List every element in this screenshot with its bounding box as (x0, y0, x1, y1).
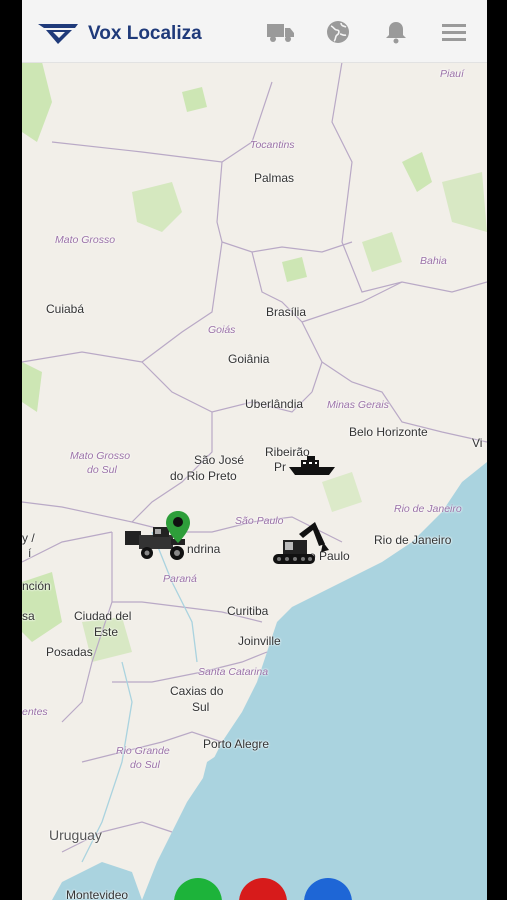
state-label-santa-catarina: Santa Catarina (198, 666, 269, 678)
city-label-porto-alegre: Porto Alegre (203, 737, 270, 751)
state-label-bahia: Bahia (420, 255, 447, 267)
city-label-sao-jose-1: São José (194, 453, 245, 467)
city-label-caxias-1: Caxias do (170, 684, 224, 698)
globe-icon[interactable] (324, 18, 352, 46)
city-label-cuiaba: Cuiabá (46, 302, 85, 316)
city-label-posadas: Posadas (46, 645, 93, 659)
city-label-i: í (28, 546, 32, 560)
city-label-rio: Rio de Janeiro (374, 533, 452, 547)
app-title: Vox Localiza (88, 23, 202, 44)
city-label-uberlandia: Uberlândia (245, 397, 304, 411)
state-label-mato-grosso: Mato Grosso (55, 234, 116, 246)
city-label-joinville: Joinville (238, 634, 281, 648)
state-label-tocantins: Tocantins (250, 139, 295, 151)
bell-icon[interactable] (382, 18, 410, 46)
city-label-vi: Vi (472, 436, 483, 450)
state-label-rs-1: Rio Grande (116, 745, 170, 757)
city-label-ncion: nción (22, 579, 51, 593)
state-label-minas: Minas Gerais (327, 399, 389, 411)
city-label-palmas: Palmas (254, 171, 295, 185)
city-label-caxias-2: Sul (192, 700, 210, 714)
state-label-goias: Goiás (208, 324, 236, 336)
state-label-rio: Rio de Janeiro (394, 503, 462, 515)
map-canvas[interactable]: Piauí Tocantins Mato Grosso Bahia Goiás … (22, 62, 487, 900)
city-label-montevideo: Montevideo (66, 888, 129, 900)
city-label-sao-jose-2: do Rio Preto (170, 469, 237, 483)
truck-icon[interactable] (267, 18, 295, 46)
state-label-piaui: Piauí (440, 68, 464, 80)
city-label-y: y / (22, 531, 35, 545)
app-frame: Vox Localiza Piauí Tocantins Mato Grosso… (22, 0, 487, 900)
city-label-ciudad-2: Este (94, 625, 119, 639)
state-label-rs-2: do Sul (130, 759, 160, 771)
vox-logo-icon (38, 24, 78, 44)
city-label-ribeirao-2: Pr (274, 460, 286, 474)
boat-marker-icon[interactable] (287, 455, 337, 477)
country-label-uruguay: Uruguay (49, 827, 102, 843)
city-label-sa: sa (22, 609, 35, 623)
city-label-ciudad-1: Ciudad del (74, 609, 132, 623)
city-label-belo-horizonte: Belo Horizonte (349, 425, 428, 439)
city-label-goiania: Goiânia (228, 352, 270, 366)
city-label-brasilia: Brasília (266, 305, 307, 319)
state-label-entes: entes (22, 706, 48, 718)
location-pin-icon[interactable] (166, 511, 190, 543)
top-bar: Vox Localiza (22, 0, 487, 63)
state-label-ms-2: do Sul (87, 464, 117, 476)
state-label-parana: Paraná (163, 573, 197, 585)
city-label-curitiba: Curitiba (227, 604, 269, 618)
menu-icon[interactable] (440, 18, 468, 46)
excavator-marker-icon[interactable] (269, 520, 331, 570)
state-label-ms-1: Mato Grosso (70, 450, 131, 462)
city-label-londrina: ndrina (187, 542, 221, 556)
